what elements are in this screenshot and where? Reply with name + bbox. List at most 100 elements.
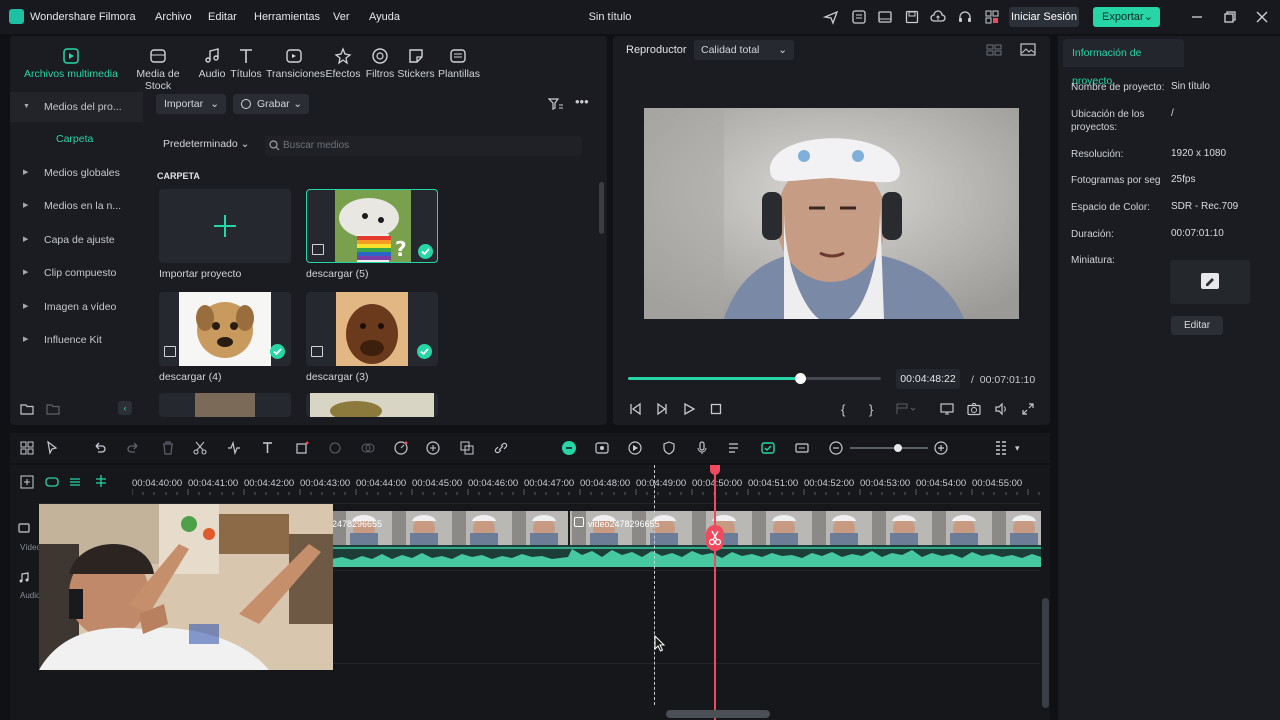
layout-icon[interactable] bbox=[877, 9, 893, 25]
project-settings-icon[interactable] bbox=[851, 9, 867, 25]
save-icon[interactable] bbox=[904, 9, 920, 25]
mark-in-icon[interactable]: { bbox=[841, 402, 855, 417]
layout-panels-icon[interactable] bbox=[19, 440, 35, 456]
media-item-partial[interactable] bbox=[306, 393, 438, 417]
more-options-icon[interactable]: ••• bbox=[575, 95, 590, 111]
apps-grid-icon[interactable] bbox=[984, 9, 1000, 25]
play-icon[interactable] bbox=[682, 402, 696, 416]
sidebar-item-adjustment-layer[interactable]: ▶ Capa de ajuste bbox=[10, 225, 143, 255]
play-slow-icon[interactable] bbox=[655, 402, 669, 416]
send-icon[interactable] bbox=[823, 9, 839, 25]
screen-record-icon[interactable] bbox=[594, 440, 610, 456]
edit-thumbnail-button[interactable]: Editar bbox=[1171, 316, 1223, 335]
camera-snapshot-icon[interactable] bbox=[967, 402, 981, 416]
speed-icon[interactable] bbox=[393, 440, 409, 456]
new-folder-icon[interactable] bbox=[20, 402, 34, 416]
media-item-descargar-5[interactable]: ? bbox=[306, 189, 438, 263]
menu-editar[interactable]: Editar bbox=[208, 11, 237, 23]
tab-templates[interactable]: Plantillas bbox=[438, 47, 480, 83]
chevron-down-icon[interactable]: ▾ bbox=[1015, 440, 1031, 456]
volume-icon[interactable] bbox=[994, 402, 1008, 416]
snapshot-view-icon[interactable] bbox=[1020, 43, 1036, 56]
auto-ripple-icon[interactable] bbox=[760, 440, 776, 456]
marker-guide-icon[interactable] bbox=[94, 474, 108, 488]
track-layout-icon[interactable] bbox=[993, 440, 1009, 456]
select-tool-icon[interactable] bbox=[45, 440, 61, 456]
media-item-descargar-3[interactable] bbox=[306, 292, 438, 366]
export-button[interactable]: Exportar ⌄ bbox=[1093, 7, 1160, 27]
stop-icon[interactable] bbox=[709, 402, 723, 416]
text-tool-icon[interactable] bbox=[260, 440, 276, 456]
import-dropdown[interactable]: Importar ⌄ bbox=[156, 94, 226, 114]
grid-view-icon[interactable] bbox=[986, 44, 1002, 56]
tab-stock-media[interactable]: Media de Stock bbox=[123, 47, 193, 92]
video-clip-track[interactable]: 2478296655 video2478296655 bbox=[332, 511, 1041, 567]
audio-waveform[interactable] bbox=[332, 545, 1041, 567]
split-scissors-icon[interactable] bbox=[706, 525, 724, 551]
zoom-slider-track[interactable] bbox=[850, 447, 928, 449]
mask-icon[interactable] bbox=[327, 440, 343, 456]
timeline-ruler[interactable]: 00:04:40:00 00:04:41:00 00:04:42:00 00:0… bbox=[132, 465, 1050, 495]
playback-progress-knob[interactable] bbox=[795, 373, 807, 384]
sidebar-item-influence-kit[interactable]: ▶ Influence Kit bbox=[10, 325, 143, 355]
media-item-partial[interactable] bbox=[159, 393, 291, 417]
magnet-link-icon[interactable] bbox=[45, 475, 59, 489]
ai-tools-icon[interactable] bbox=[425, 440, 441, 456]
menu-ayuda[interactable]: Ayuda bbox=[369, 11, 400, 23]
video-preview[interactable] bbox=[644, 108, 1019, 319]
close-icon[interactable] bbox=[1254, 9, 1270, 25]
fit-timeline-icon[interactable] bbox=[794, 440, 810, 456]
filter-sort-icon[interactable] bbox=[548, 97, 563, 111]
menu-herramientas[interactable]: Herramientas bbox=[254, 11, 320, 23]
link-icon[interactable] bbox=[493, 440, 509, 456]
sidebar-folder[interactable]: Carpeta bbox=[10, 124, 143, 154]
voiceover-list-icon[interactable] bbox=[727, 440, 743, 456]
tab-project-info[interactable]: Información de proyecto bbox=[1063, 39, 1184, 87]
add-track-icon[interactable] bbox=[20, 475, 34, 489]
record-dropdown[interactable]: Grabar ⌄ bbox=[233, 94, 309, 114]
search-input[interactable]: Buscar medios bbox=[265, 136, 582, 156]
fullscreen-icon[interactable] bbox=[1021, 402, 1035, 416]
redo-icon[interactable] bbox=[125, 440, 141, 456]
restore-icon[interactable] bbox=[1222, 9, 1238, 25]
sidebar-project-media[interactable]: ▼ Medios del pro... bbox=[10, 92, 143, 122]
mark-out-icon[interactable]: } bbox=[869, 402, 883, 417]
previous-frame-icon[interactable] bbox=[628, 402, 642, 416]
motion-track-icon[interactable] bbox=[627, 440, 643, 456]
import-project-tile[interactable] bbox=[159, 189, 291, 263]
shield-icon[interactable] bbox=[661, 440, 677, 456]
media-scrollbar[interactable] bbox=[599, 182, 604, 234]
zoom-in-icon[interactable] bbox=[933, 440, 949, 456]
collapse-sidebar-icon[interactable]: ‹ bbox=[118, 401, 132, 415]
cloud-upload-icon[interactable] bbox=[930, 9, 946, 25]
auto-highlight-icon[interactable] bbox=[561, 440, 577, 456]
menu-archivo[interactable]: Archivo bbox=[155, 11, 192, 23]
tab-titles[interactable]: Títulos bbox=[230, 47, 262, 83]
translate-icon[interactable] bbox=[459, 440, 475, 456]
current-timecode[interactable]: 00:04:48:22 bbox=[896, 369, 960, 389]
tab-transitions[interactable]: Transiciones bbox=[266, 47, 325, 83]
tab-effects[interactable]: Efectos bbox=[325, 47, 361, 83]
playhead[interactable] bbox=[714, 465, 716, 720]
minimize-icon[interactable] bbox=[1189, 9, 1205, 25]
color-match-icon[interactable] bbox=[360, 440, 376, 456]
sidebar-item-image-to-video[interactable]: ▶ Imagen a vídeo bbox=[10, 292, 143, 322]
folder-icon[interactable] bbox=[46, 402, 60, 416]
playhead-handle[interactable] bbox=[710, 465, 720, 475]
headset-support-icon[interactable] bbox=[957, 9, 973, 25]
sidebar-item-global-media[interactable]: ▶ Medios globales bbox=[10, 158, 143, 188]
sidebar-item-compound-clip[interactable]: ▶ Clip compuesto bbox=[10, 258, 143, 288]
audio-stretch-icon[interactable] bbox=[226, 440, 242, 456]
video-clip-frames[interactable] bbox=[332, 511, 1041, 545]
zoom-out-icon[interactable] bbox=[828, 440, 844, 456]
microphone-icon[interactable] bbox=[694, 440, 710, 456]
thumbnail-box[interactable] bbox=[1170, 260, 1250, 304]
timeline-horizontal-scrollbar[interactable] bbox=[666, 710, 770, 718]
timeline-vertical-scrollbar[interactable] bbox=[1042, 598, 1049, 708]
marker-dropdown-icon[interactable] bbox=[895, 402, 916, 416]
undo-icon[interactable] bbox=[92, 440, 108, 456]
display-icon[interactable] bbox=[940, 402, 954, 416]
split-scissors-icon[interactable] bbox=[192, 440, 208, 456]
sidebar-item-cloud-media[interactable]: ▶ Medios en la n... bbox=[10, 191, 143, 221]
login-button[interactable]: Iniciar Sesión bbox=[1009, 7, 1079, 27]
